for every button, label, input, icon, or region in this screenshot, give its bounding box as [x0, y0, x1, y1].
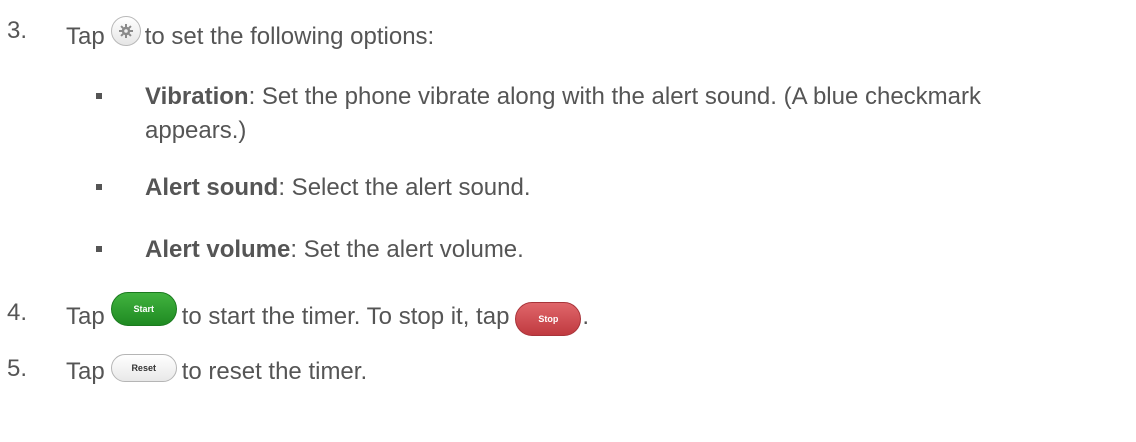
option-desc: : Set the phone vibrate along with the a… — [248, 83, 982, 110]
start-button[interactable]: Start — [110, 292, 177, 326]
option-desc-continued: appears.) — [145, 117, 247, 144]
step-text-before: Tap — [66, 23, 105, 50]
stop-button[interactable]: Stop — [515, 302, 582, 336]
option-desc: : Select the alert sound. — [278, 174, 531, 201]
step-text-before: Tap — [66, 303, 105, 330]
settings-gear-button[interactable] — [110, 16, 141, 46]
option-term: Vibration — [145, 83, 249, 110]
bullet-icon — [96, 184, 102, 190]
bullet-icon — [96, 246, 102, 252]
reset-button[interactable]: Reset — [110, 354, 177, 382]
step-number: 3. — [7, 17, 28, 44]
step-text-before: Tap — [66, 358, 105, 385]
step-number: 5. — [7, 355, 28, 382]
gear-icon — [118, 24, 133, 38]
option-desc: : Set the alert volume. — [290, 236, 524, 263]
step-text-middle: to start the timer. To stop it, tap — [181, 303, 510, 330]
step-number: 4. — [7, 299, 28, 326]
step-text-after: . — [582, 303, 590, 330]
step-text-after: to set the following options: — [144, 23, 435, 50]
option-term: Alert sound — [145, 174, 279, 201]
step-text-after: to reset the timer. — [181, 358, 368, 385]
bullet-icon — [96, 93, 102, 99]
option-term: Alert volume — [145, 236, 291, 263]
